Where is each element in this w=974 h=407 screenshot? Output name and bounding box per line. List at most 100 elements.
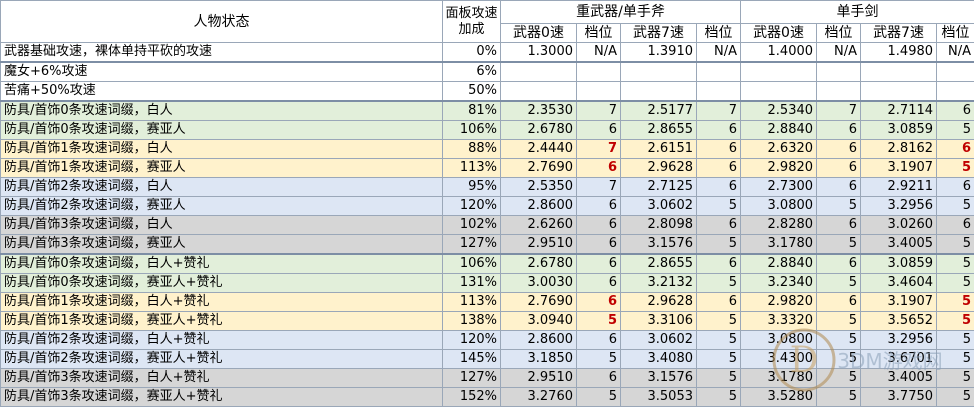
sword-gear7-cell: 5 — [937, 331, 974, 350]
heavy-weapon0-cell: 2.5350 — [501, 178, 577, 197]
heavy-weapon0-cell: 2.7690 — [501, 159, 577, 178]
sword-gear7-cell: 5 — [937, 121, 974, 140]
status-cell: 魔女+6%攻速 — [1, 62, 443, 82]
heavy-gear7-cell: 5 — [697, 274, 741, 293]
heavy-weapon-header: 重武器/单手斧 — [501, 1, 741, 24]
sword-gear7-cell: 5 — [937, 274, 974, 293]
sword-gear0-cell: 6 — [817, 293, 861, 312]
heavy-weapon7-cell: 1.3910 — [621, 43, 697, 63]
heavy-weapon0-cell: 2.6780 — [501, 254, 577, 274]
sword-header: 单手剑 — [741, 1, 974, 24]
panel-speed-cell: 120% — [443, 331, 501, 350]
panel-speed-cell: 131% — [443, 274, 501, 293]
table-row: 防具/首饰0条攻速词缀，白人+赞礼106%2.678062.865562.884… — [1, 254, 974, 274]
sword-gear7-cell: 5 — [937, 197, 974, 216]
status-cell: 防具/首饰1条攻速词缀，白人 — [1, 140, 443, 159]
sword-weapon7-cell: 2.9211 — [861, 178, 937, 197]
panel-speed-cell: 120% — [443, 197, 501, 216]
heavy-weapon7-cell: 2.6151 — [621, 140, 697, 159]
sword-gear7-cell: 6 — [937, 178, 974, 197]
heavy-weapon0-cell: 1.3000 — [501, 43, 577, 63]
panel-speed-header: 面板攻速加成 — [443, 1, 501, 43]
sword-weapon7-cell: 3.4005 — [861, 369, 937, 388]
sword-weapon0-cell: 2.8280 — [741, 216, 817, 235]
panel-speed-cell: 127% — [443, 235, 501, 255]
heavy-gear7-cell: 5 — [697, 331, 741, 350]
heavy-gear7-cell: 6 — [697, 121, 741, 140]
heavy-weapon7-cell: 3.1576 — [621, 235, 697, 255]
heavy-gear7-cell: 5 — [697, 235, 741, 255]
status-cell: 防具/首饰3条攻速词缀，赛亚人+赞礼 — [1, 388, 443, 407]
heavy-gear0-cell: 6 — [577, 274, 621, 293]
table-row: 魔女+6%攻速6% — [1, 62, 974, 82]
sword-weapon0-cell: 2.5340 — [741, 101, 817, 121]
heavy-gear0-cell: 6 — [577, 197, 621, 216]
status-cell: 防具/首饰3条攻速词缀，白人+赞礼 — [1, 369, 443, 388]
heavy-weapon0-cell: 2.6780 — [501, 121, 577, 140]
heavy-gear7-cell — [697, 62, 741, 82]
sword-weapon0-cell: 3.0800 — [741, 197, 817, 216]
heavy-weapon7-cell: 2.8655 — [621, 254, 697, 274]
heavy-weapon7-header: 武器7速 — [621, 24, 697, 43]
heavy-weapon7-cell: 3.0602 — [621, 331, 697, 350]
heavy-weapon7-cell: 2.5177 — [621, 101, 697, 121]
attack-speed-table: 人物状态 面板攻速加成 重武器/单手斧 单手剑 武器0速 档位 武器7速 档位 … — [0, 0, 974, 407]
heavy-gear7-cell: 5 — [697, 312, 741, 331]
status-cell: 防具/首饰2条攻速词缀，白人 — [1, 178, 443, 197]
heavy-weapon7-cell: 2.9628 — [621, 159, 697, 178]
sword-gear0-cell: 6 — [817, 254, 861, 274]
heavy-gear0-cell: 5 — [577, 350, 621, 369]
sword-gear0-cell: 5 — [817, 350, 861, 369]
sword-gear0-cell: 5 — [817, 331, 861, 350]
panel-speed-cell: 88% — [443, 140, 501, 159]
status-cell: 武器基础攻速，裸体单持平砍的攻速 — [1, 43, 443, 63]
sword-gear7-cell: 5 — [937, 235, 974, 255]
panel-speed-cell: 6% — [443, 62, 501, 82]
heavy-weapon0-cell: 2.9510 — [501, 369, 577, 388]
heavy-gear0-header: 档位 — [577, 24, 621, 43]
heavy-gear0-cell: 6 — [577, 254, 621, 274]
heavy-weapon7-cell: 3.0602 — [621, 197, 697, 216]
table-row: 防具/首饰0条攻速词缀，赛亚人+赞礼131%3.003063.213253.23… — [1, 274, 974, 293]
heavy-weapon7-cell: 3.3106 — [621, 312, 697, 331]
sword-gear0-cell: 7 — [817, 101, 861, 121]
table-row: 防具/首饰3条攻速词缀，赛亚人+赞礼152%3.276053.505353.52… — [1, 388, 974, 407]
heavy-gear7-cell: 5 — [697, 197, 741, 216]
heavy-weapon0-cell — [501, 82, 577, 102]
sword-weapon0-cell: 3.5280 — [741, 388, 817, 407]
sword-weapon7-cell: 3.4604 — [861, 274, 937, 293]
heavy-weapon0-cell: 3.0030 — [501, 274, 577, 293]
sword-weapon7-cell — [861, 82, 937, 102]
heavy-weapon7-cell: 3.2132 — [621, 274, 697, 293]
heavy-weapon0-cell — [501, 62, 577, 82]
panel-speed-cell: 106% — [443, 254, 501, 274]
sword-gear0-cell: 5 — [817, 274, 861, 293]
sword-gear0-cell: 6 — [817, 159, 861, 178]
heavy-weapon0-cell: 2.6260 — [501, 216, 577, 235]
sword-gear7-cell: 5 — [937, 350, 974, 369]
panel-speed-header-text: 面板攻速加成 — [445, 6, 497, 37]
panel-speed-cell: 127% — [443, 369, 501, 388]
heavy-weapon0-cell: 2.8600 — [501, 331, 577, 350]
table-row: 防具/首饰2条攻速词缀，白人95%2.535072.712562.730062.… — [1, 178, 974, 197]
heavy-gear0-cell — [577, 62, 621, 82]
sword-weapon7-cell: 3.0859 — [861, 254, 937, 274]
status-cell: 防具/首饰1条攻速词缀，赛亚人+赞礼 — [1, 312, 443, 331]
panel-speed-cell: 50% — [443, 82, 501, 102]
heavy-weapon0-cell: 2.9510 — [501, 235, 577, 255]
status-cell: 防具/首饰2条攻速词缀，赛亚人 — [1, 197, 443, 216]
sword-gear0-header: 档位 — [817, 24, 861, 43]
heavy-gear0-cell: 6 — [577, 216, 621, 235]
sword-weapon0-cell: 3.0800 — [741, 331, 817, 350]
heavy-gear0-cell: 5 — [577, 312, 621, 331]
sword-weapon7-cell: 3.6701 — [861, 350, 937, 369]
sword-gear7-cell — [937, 82, 974, 102]
heavy-weapon0-cell: 2.4440 — [501, 140, 577, 159]
heavy-gear7-cell: 7 — [697, 101, 741, 121]
sword-weapon7-cell: 3.0859 — [861, 121, 937, 140]
heavy-gear7-cell: 5 — [697, 388, 741, 407]
sword-gear7-cell: 5 — [937, 159, 974, 178]
sword-weapon0-cell: 2.7300 — [741, 178, 817, 197]
status-cell: 防具/首饰0条攻速词缀，赛亚人 — [1, 121, 443, 140]
table-row: 防具/首饰1条攻速词缀，白人88%2.444072.615162.632062.… — [1, 140, 974, 159]
